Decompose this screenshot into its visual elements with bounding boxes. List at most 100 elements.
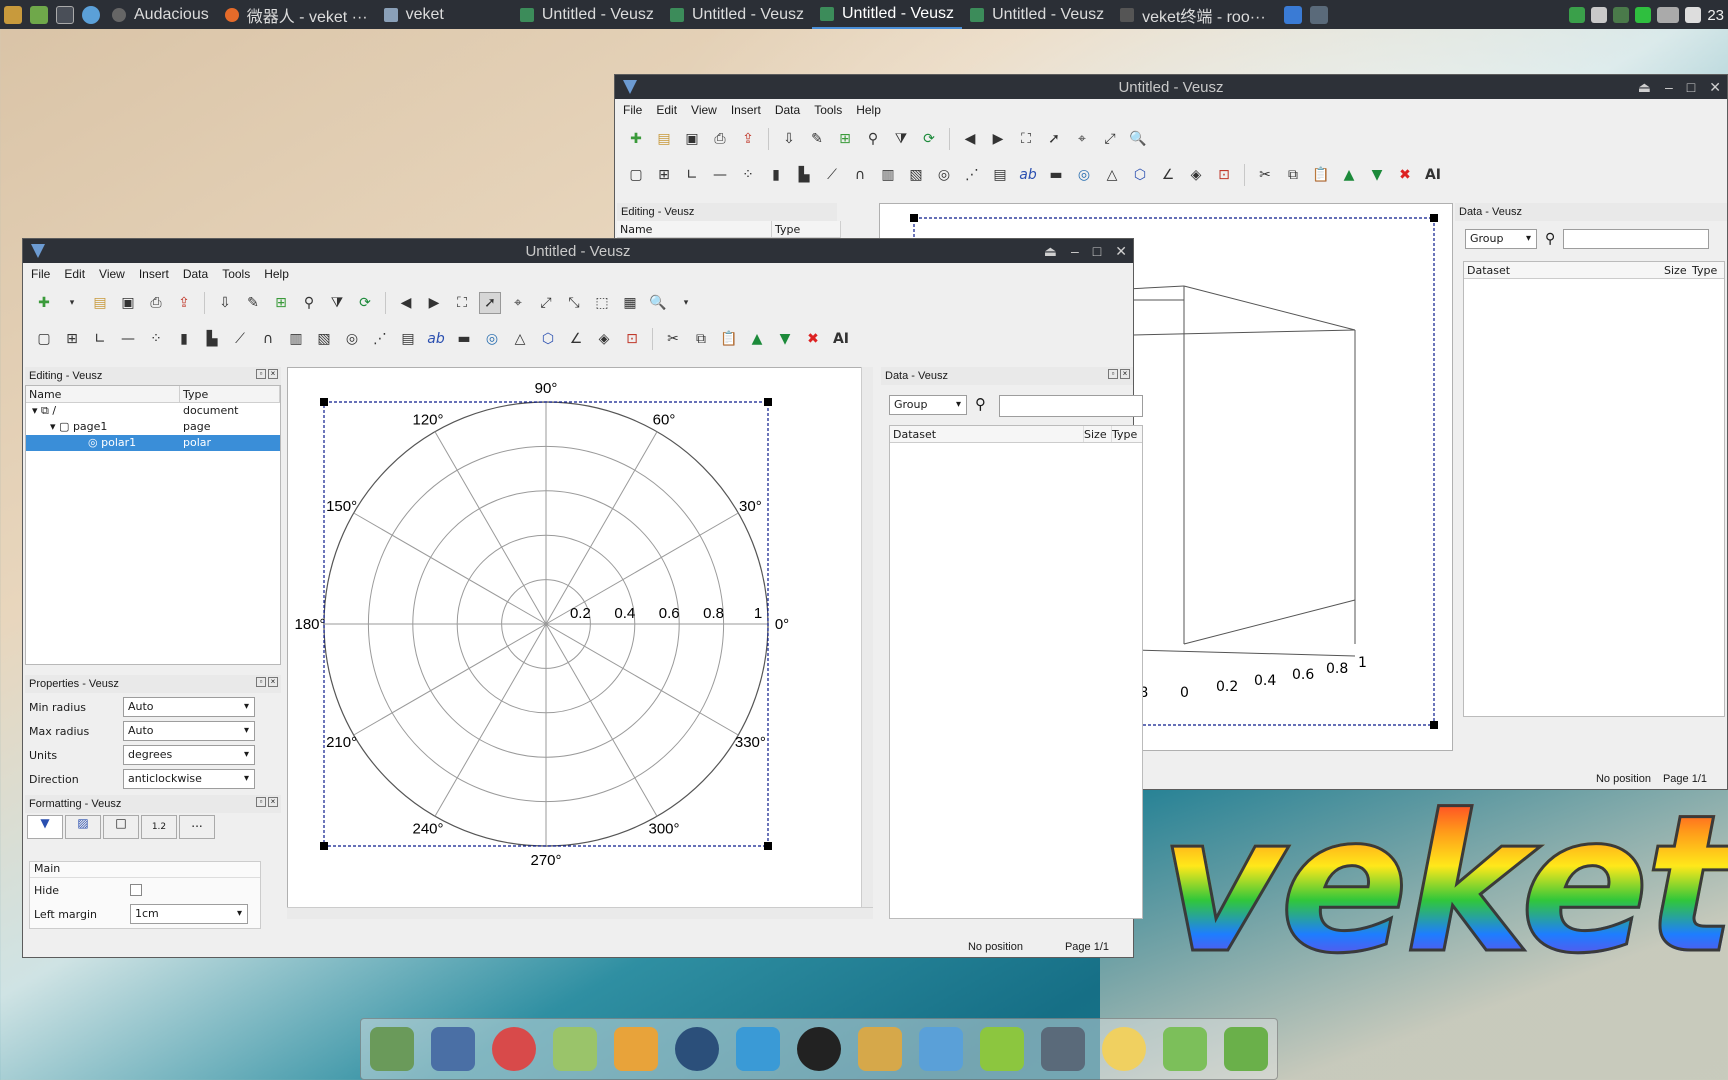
bg-reload-icon[interactable]: ⟳ xyxy=(918,128,940,150)
zoom-graph-icon[interactable]: ⤢ xyxy=(535,292,557,314)
zoom-in-icon[interactable]: ⤡ xyxy=(563,292,585,314)
export-icon[interactable]: ⇪ xyxy=(173,292,195,314)
delete-icon[interactable]: ✖ xyxy=(802,328,824,350)
main-titlebar[interactable]: Untitled - Veusz ⏏ – □ ✕ xyxy=(23,239,1133,263)
menu-help[interactable]: Help xyxy=(264,267,289,281)
move-up-icon[interactable]: ▲ xyxy=(746,328,768,350)
menu-tools[interactable]: Tools xyxy=(222,267,250,281)
bg-import-icon[interactable]: ⇩ xyxy=(778,128,800,150)
dock-files-icon[interactable] xyxy=(369,1027,414,1071)
bg-add-rect-icon[interactable]: ⊡ xyxy=(1213,164,1235,186)
menu-edit[interactable]: Edit xyxy=(64,267,85,281)
print-icon[interactable]: ⎙ xyxy=(145,292,167,314)
clock[interactable]: 23 xyxy=(1707,7,1724,24)
add-shape-icon[interactable]: ◈ xyxy=(593,328,615,350)
bg-pick-icon[interactable]: ⌖ xyxy=(1071,128,1093,150)
tree-col-type[interactable]: Type xyxy=(180,386,280,402)
dataset-search-input[interactable] xyxy=(999,395,1143,417)
zoom-page-icon[interactable]: ▦ xyxy=(619,292,641,314)
bg-group-select[interactable]: Group xyxy=(1465,229,1537,249)
add-grid-icon[interactable]: ⊞ xyxy=(61,328,83,350)
bg-add-vectorfield-icon[interactable]: ⋰ xyxy=(961,164,983,186)
shade-icon[interactable]: ⏏ xyxy=(1044,243,1057,260)
menu-file[interactable]: File xyxy=(31,267,50,281)
fullscreen-icon[interactable]: ⛶ xyxy=(451,292,473,314)
task-veusz-4[interactable]: Untitled - Veusz xyxy=(962,0,1112,29)
run-icon[interactable] xyxy=(30,5,48,24)
tab-main-icon[interactable]: ▼ xyxy=(27,815,63,839)
tree-col-name[interactable]: Name xyxy=(26,386,180,402)
volume-icon[interactable] xyxy=(1685,6,1702,23)
bg-menu-help[interactable]: Help xyxy=(856,103,881,117)
bg-col-type[interactable]: Type xyxy=(772,221,841,237)
dock-veusz-icon[interactable] xyxy=(1163,1027,1208,1071)
add-key-icon[interactable]: ▤ xyxy=(397,328,419,350)
float-icon[interactable]: ▫ xyxy=(1108,369,1118,379)
size-col[interactable]: Size xyxy=(1084,426,1112,442)
bg-open-icon[interactable]: ▤ xyxy=(653,128,675,150)
rename-icon[interactable]: AI xyxy=(830,328,852,350)
task-audacious[interactable]: Audacious xyxy=(104,0,217,29)
float-icon[interactable]: ▫ xyxy=(256,797,266,807)
dock-media-icon[interactable] xyxy=(674,1027,719,1071)
globe-icon[interactable] xyxy=(82,5,100,24)
dock-help-icon[interactable] xyxy=(980,1027,1025,1071)
bg-add-label-icon[interactable]: ab xyxy=(1017,164,1039,186)
bg-search-input[interactable] xyxy=(1563,229,1709,249)
reload-icon[interactable]: ⟳ xyxy=(354,292,376,314)
bg-type-col[interactable]: Type xyxy=(1692,262,1722,278)
bg-add-function-icon[interactable]: ∩ xyxy=(849,164,871,186)
bg-edit-data-icon[interactable]: ✎ xyxy=(806,128,828,150)
close-icon[interactable]: ✕ xyxy=(1115,243,1127,260)
canvas-vscroll[interactable] xyxy=(861,367,873,919)
min-radius-combo[interactable]: Auto xyxy=(123,697,255,717)
bg-size-col[interactable]: Size xyxy=(1664,262,1692,278)
tree-row-polar[interactable]: ◎ polar1 polar xyxy=(26,435,280,451)
bg-minimize-icon[interactable]: – xyxy=(1665,79,1673,95)
bg-add-histogram-icon[interactable]: ▙ xyxy=(793,164,815,186)
add-rect-icon[interactable]: ⊡ xyxy=(621,328,643,350)
bg-move-up-icon[interactable]: ▲ xyxy=(1338,164,1360,186)
float-icon[interactable]: ▫ xyxy=(256,369,266,379)
add-polar-icon[interactable]: ◎ xyxy=(481,328,503,350)
canvas-hscroll[interactable] xyxy=(287,907,873,919)
dock-chat-icon[interactable] xyxy=(735,1027,780,1071)
bg-menu-tools[interactable]: Tools xyxy=(814,103,842,117)
pick-icon[interactable]: ⌖ xyxy=(507,292,529,314)
select-icon[interactable]: ➚ xyxy=(479,292,501,314)
bg-add-ternary-icon[interactable]: △ xyxy=(1101,164,1123,186)
bg-cut-icon[interactable]: ✂ xyxy=(1254,164,1276,186)
bg-prev-page-icon[interactable]: ◀ xyxy=(959,128,981,150)
import-icon[interactable]: ⇩ xyxy=(214,292,236,314)
bg-add-grid-icon[interactable]: ⊞ xyxy=(653,164,675,186)
zoom-icon[interactable]: 🔍 xyxy=(647,292,669,314)
group-select[interactable]: Group xyxy=(889,395,967,415)
dock-penguin-icon[interactable] xyxy=(796,1027,841,1071)
bg-next-page-icon[interactable]: ▶ xyxy=(987,128,1009,150)
add-fit-icon[interactable]: ⟋ xyxy=(229,328,251,350)
bg-filter-icon[interactable]: ⧩ xyxy=(890,128,912,150)
move-down-icon[interactable]: ▼ xyxy=(774,328,796,350)
bg-add-graph-icon[interactable]: ∟ xyxy=(681,164,703,186)
add-image-icon[interactable]: ▧ xyxy=(313,328,335,350)
dock-chart-icon[interactable] xyxy=(919,1027,964,1071)
add-3dscene-icon[interactable]: ⬡ xyxy=(537,328,559,350)
hide-checkbox[interactable] xyxy=(130,884,142,896)
task-browser[interactable]: 微器人 - veket ··· xyxy=(217,0,376,29)
add-boxplot-icon[interactable]: ▥ xyxy=(285,328,307,350)
left-margin-combo[interactable]: 1cm xyxy=(130,904,248,924)
add-label-icon[interactable]: ab xyxy=(425,328,447,350)
add-axis-icon[interactable]: — xyxy=(117,328,139,350)
add-function-icon[interactable]: ∩ xyxy=(257,328,279,350)
add-bar-icon[interactable]: ▮ xyxy=(173,328,195,350)
network-icon[interactable] xyxy=(1613,6,1630,23)
dock-veusz2-icon[interactable] xyxy=(1224,1027,1269,1071)
bg-export-icon[interactable]: ⇪ xyxy=(737,128,759,150)
bg-add-shape-icon[interactable]: ◈ xyxy=(1185,164,1207,186)
bg-titlebar[interactable]: Untitled - Veusz ⏏ – □ ✕ xyxy=(615,75,1727,99)
battery-icon[interactable] xyxy=(1635,6,1652,23)
dock-editor-icon[interactable] xyxy=(552,1027,597,1071)
tab-border-icon[interactable]: □ xyxy=(103,815,139,839)
zoom-dropdown-icon[interactable]: ▾ xyxy=(675,292,697,314)
dock-settings-icon[interactable] xyxy=(1102,1027,1147,1071)
